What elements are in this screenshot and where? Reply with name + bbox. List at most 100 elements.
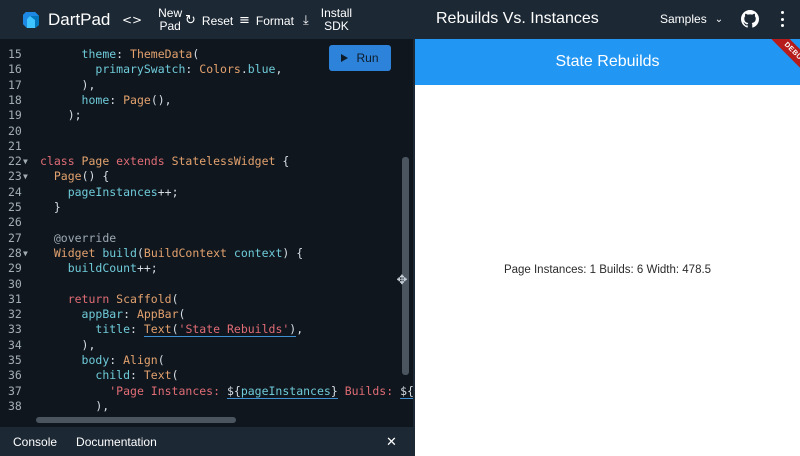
- code-line: 33 title: Text('State Rebuilds'),: [0, 322, 413, 338]
- app-preview: State Rebuilds DEBUG Page Instances: 1 B…: [415, 39, 800, 456]
- line-number: 21: [8, 138, 22, 153]
- tab-console[interactable]: Console: [13, 435, 57, 449]
- line-number: 18: [8, 92, 22, 107]
- code-text: body: Align(: [81, 353, 165, 367]
- code-text: 'Page Instances: ${pageInstances} Builds…: [40, 383, 413, 399]
- code-text: return Scaffold(: [67, 291, 179, 306]
- tab-documentation[interactable]: Documentation: [76, 435, 157, 449]
- fold-arrow-icon[interactable]: ▼: [23, 249, 28, 258]
- reset-button[interactable]: ↻ Reset: [185, 13, 233, 28]
- horizontal-scrollbar[interactable]: [36, 417, 236, 423]
- brand[interactable]: DartPad: [22, 10, 110, 30]
- code-text: ),: [40, 77, 96, 92]
- line-number: 25: [8, 200, 22, 214]
- code-line: 35 body: Align(: [0, 353, 413, 368]
- app-name: DartPad: [48, 9, 111, 29]
- code-text: Widget build(BuildContext context) {: [53, 245, 304, 260]
- code-text: ),: [40, 337, 96, 352]
- code-line: 27 @override: [0, 231, 413, 246]
- samples-dropdown[interactable]: Samples ⌄: [660, 12, 723, 26]
- line-number: 16: [8, 62, 22, 77]
- preview-app-bar: State Rebuilds: [415, 39, 800, 85]
- preview-body-text: Page Instances: 1 Builds: 6 Width: 478.5: [503, 264, 712, 276]
- code-text: buildCount++;: [67, 261, 158, 276]
- console-bar: Console Documentation ✕: [0, 427, 413, 456]
- more-options-icon[interactable]: [779, 11, 785, 27]
- code-line: 38 ),: [0, 399, 413, 414]
- code-line: 32 appBar: AppBar(: [0, 307, 413, 322]
- code-text: title: Text('State Rebuilds'),: [95, 322, 304, 338]
- code-text: @override: [53, 230, 117, 245]
- github-icon[interactable]: [741, 10, 759, 28]
- line-number: 32: [8, 307, 22, 322]
- line-number: 20: [8, 123, 22, 138]
- preview-app-title: State Rebuilds: [555, 53, 660, 70]
- line-number: 24: [8, 184, 22, 199]
- refresh-icon: ↻: [185, 13, 196, 28]
- line-number: 15: [8, 47, 22, 61]
- code-line: 18 home: Page(),: [0, 93, 413, 108]
- format-button[interactable]: ≡ Format: [239, 13, 294, 28]
- code-text: }: [40, 200, 61, 214]
- code-line: 37 'Page Instances: ${pageInstances} Bui…: [0, 383, 413, 399]
- code-text: );: [40, 108, 82, 123]
- window-title: Rebuilds Vs. Instances: [436, 10, 599, 27]
- split-resize-handle-icon[interactable]: ✥: [395, 274, 409, 288]
- code-text: Page() {: [53, 169, 110, 184]
- line-number: 19: [8, 108, 22, 123]
- code-line: 24 pageInstances++;: [0, 185, 413, 200]
- install-sdk-button[interactable]: ⤓ Install SDK: [303, 7, 352, 33]
- code-text: theme: ThemeData(: [81, 47, 200, 61]
- code-text: class Page extends StatelessWidget {: [40, 154, 290, 169]
- new-pad-label-line1: New: [158, 6, 183, 20]
- line-number: 27: [8, 230, 22, 245]
- fold-arrow-icon[interactable]: ▼: [23, 157, 28, 166]
- code-line: 20: [0, 124, 413, 139]
- line-number: 34: [8, 337, 22, 352]
- install-label-line1: Install: [320, 6, 353, 20]
- download-icon: ⤓: [303, 12, 309, 28]
- new-pad-button[interactable]: <> New Pad: [122, 7, 182, 33]
- code-text: primarySwatch: Colors.blue,: [95, 62, 283, 77]
- run-button[interactable]: Run: [329, 45, 391, 71]
- code-text: child: Text(: [95, 368, 179, 383]
- code-line: 17 ),: [0, 78, 413, 93]
- line-number: 17: [8, 77, 22, 92]
- install-label-line2: SDK: [324, 19, 349, 33]
- code-line: 30: [0, 277, 413, 292]
- code-line: 19 );: [0, 108, 413, 123]
- line-number: 26: [8, 215, 22, 230]
- code-line: 22 ▼ class Page extends StatelessWidget {: [0, 154, 413, 169]
- code-line: 29 buildCount++;: [0, 261, 413, 276]
- dartpad-logo-icon: [23, 11, 39, 28]
- line-number: 30: [8, 276, 22, 291]
- line-number: 31: [8, 291, 22, 306]
- new-pad-label-line2: Pad: [159, 19, 181, 33]
- run-label: Run: [356, 51, 379, 65]
- line-number: 37: [8, 383, 22, 398]
- fold-arrow-icon[interactable]: ▼: [23, 172, 28, 181]
- code-text: ),: [40, 398, 110, 413]
- samples-label: Samples: [660, 12, 707, 26]
- line-number: 36: [8, 368, 22, 383]
- reset-label: Reset: [201, 13, 234, 28]
- code-editor[interactable]: 15 theme: ThemeData( 16 primarySwatch: Co…: [0, 39, 413, 427]
- play-icon: [341, 54, 349, 62]
- code-line: 23 ▼ Page() {: [0, 169, 413, 184]
- line-number: 29: [8, 261, 22, 276]
- code-line: 28 ▼ Widget build(BuildContext context) {: [0, 246, 413, 261]
- chevron-down-icon: ⌄: [714, 13, 724, 25]
- format-label: Format: [255, 13, 294, 28]
- code-line: 26: [0, 215, 413, 230]
- code-text: pageInstances++;: [67, 184, 179, 199]
- code-line: 36 child: Text(: [0, 368, 413, 383]
- line-number: 38: [8, 398, 22, 413]
- vertical-scrollbar[interactable]: [402, 157, 409, 375]
- code-line: 31 return Scaffold(: [0, 292, 413, 307]
- code-line: 34 ),: [0, 338, 413, 353]
- code-icon: <>: [122, 13, 143, 27]
- close-icon[interactable]: ✕: [386, 435, 397, 450]
- top-bar: DartPad <> New Pad ↻ Reset ≡ Format ⤓ In…: [0, 0, 800, 39]
- line-number: 35: [8, 353, 22, 367]
